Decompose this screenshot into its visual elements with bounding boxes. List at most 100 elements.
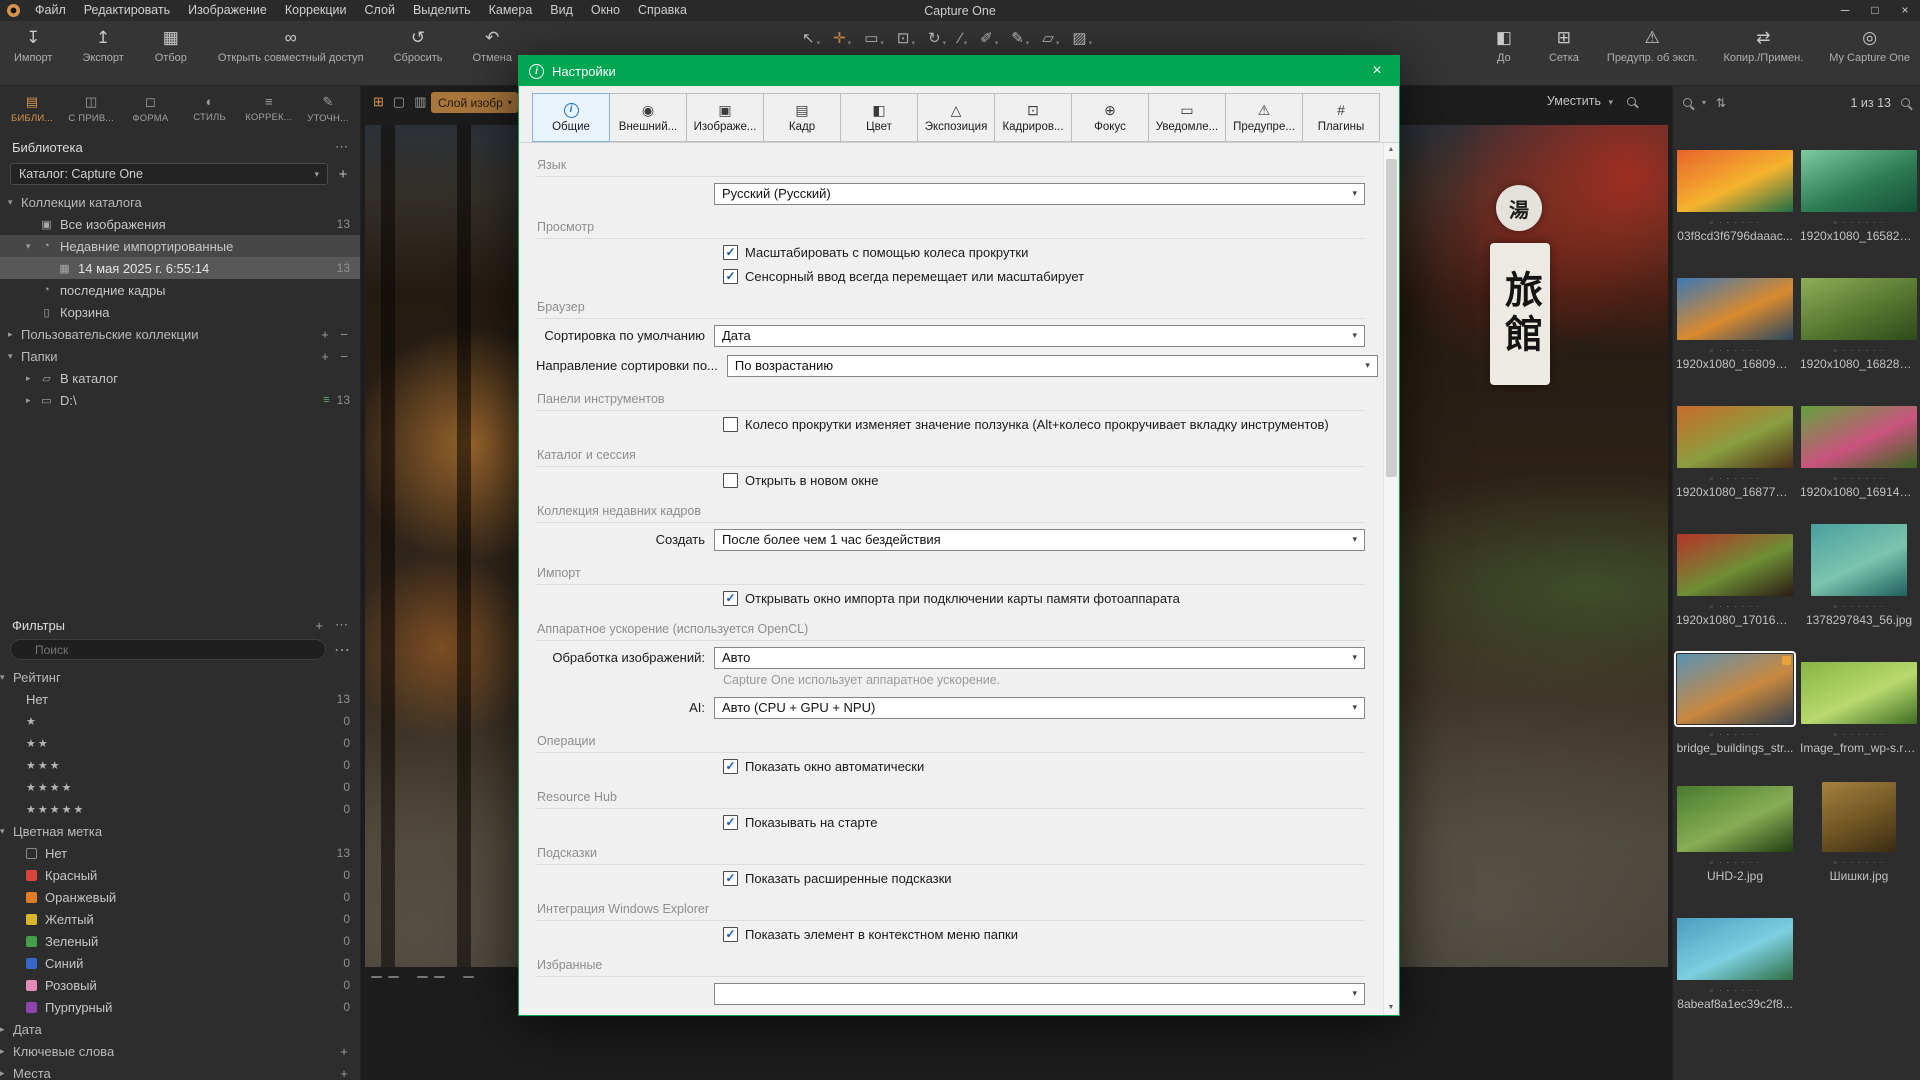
layer-selector[interactable]: Слой изобр ▾ (431, 92, 518, 113)
collection-item[interactable]: ◔последние кадры (0, 279, 360, 301)
menu-item[interactable]: Редактировать (75, 0, 179, 21)
scroll-down-icon[interactable]: ▼ (1384, 1004, 1398, 1011)
thumbnail-image[interactable] (1801, 278, 1917, 340)
import-button[interactable]: ↧Импорт (14, 28, 52, 64)
remove-button[interactable]: − (338, 349, 350, 364)
close-button[interactable]: × (1890, 0, 1920, 21)
add-button[interactable]: + (319, 327, 331, 342)
filter-row[interactable]: ★★★★0 (0, 776, 360, 798)
dropdown[interactable]: ▾ (714, 983, 1365, 1005)
brush-tool[interactable]: ✎▾ (1011, 31, 1029, 47)
checkbox[interactable]: ✓ (723, 815, 738, 830)
collection-item[interactable]: ▾◔Недавние импортированные (0, 235, 360, 257)
cull-button[interactable]: ▦Отбор (154, 28, 188, 64)
add-button[interactable]: + (338, 1066, 350, 1080)
dialog-close-button[interactable]: × (1365, 62, 1389, 80)
settings-tab[interactable]: ⊕Фокус (1071, 93, 1149, 142)
export-button[interactable]: ↥Экспорт (82, 28, 123, 64)
thumbnail-image[interactable] (1801, 406, 1917, 468)
filter-row[interactable]: ★★★★★0 (0, 798, 360, 820)
thumbnail-cell[interactable]: ▫· · · · · ·1378297843_56.jpg (1797, 503, 1920, 631)
thumbnail-cell[interactable]: ▫· · · · · ·1920x1080_1682842... (1797, 247, 1920, 375)
add-catalog-button[interactable]: + (336, 166, 350, 183)
sidebar-tab[interactable]: ◐СТИЛЬ (182, 94, 238, 123)
thumbnail-image[interactable] (1677, 534, 1793, 596)
add-button[interactable]: + (338, 1044, 350, 1059)
thumbnail-image[interactable] (1677, 786, 1793, 852)
dialog-scrollbar[interactable]: ▲ ▼ (1383, 143, 1398, 1014)
thumbnail-cell[interactable]: ▫· · · · · ·1920x1080_1658248... (1797, 119, 1920, 247)
search-input[interactable] (10, 639, 326, 660)
filter-row[interactable]: ★★★0 (0, 754, 360, 776)
dropdown[interactable]: По возрастанию▾ (727, 355, 1378, 377)
menu-item[interactable]: Слой (356, 0, 404, 21)
filter-row[interactable]: Нет13 (0, 688, 360, 710)
thumbnail-image[interactable] (1677, 150, 1793, 212)
settings-tab[interactable]: ◧Цвет (840, 93, 918, 142)
collection-item[interactable]: ▸▱В каталог (0, 367, 360, 389)
dropdown[interactable]: Авто▾ (714, 647, 1365, 669)
sidebar-tab[interactable]: ◻ФОРМА (122, 94, 178, 124)
collection-group[interactable]: ▾Коллекции каталога (0, 191, 360, 213)
filter-group-header[interactable]: ▾Рейтинг (0, 666, 360, 688)
settings-tab[interactable]: #Плагины (1302, 93, 1380, 142)
filter-group-header[interactable]: ▸Дата (0, 1018, 360, 1040)
thumbnail-cell[interactable]: ▫· · · · · ·8abeaf8a1ec39c2f8... (1673, 887, 1797, 1015)
checkbox[interactable] (723, 473, 738, 488)
thumbnail-image[interactable] (1801, 662, 1917, 724)
sidebar-tab[interactable]: ✎УТОЧН... (300, 94, 356, 124)
browser-filter-icon[interactable] (1901, 98, 1910, 107)
eraser-tool[interactable]: ▱▾ (1042, 31, 1059, 47)
dropdown[interactable]: Дата▾ (714, 325, 1365, 347)
thumbnail-image[interactable] (1822, 782, 1896, 852)
dialog-titlebar[interactable]: i Настройки × (519, 56, 1399, 86)
scroll-up-icon[interactable]: ▲ (1384, 146, 1398, 153)
filter-row[interactable]: Пурпурный0 (0, 996, 360, 1018)
thumbnail-image[interactable] (1811, 524, 1907, 596)
copy-apply-button[interactable]: ⇄Копир./Примен. (1723, 28, 1803, 64)
reset-button[interactable]: ↺Сбросить (394, 28, 443, 64)
filter-row[interactable]: Розовый0 (0, 974, 360, 996)
panel-menu-icon[interactable]: ⋯ (335, 139, 348, 155)
thumbnail-cell[interactable]: ▫· · · · · ·1920x1080_1691461... (1797, 375, 1920, 503)
gradient-tool[interactable]: ▨▾ (1072, 31, 1092, 47)
filter-row[interactable]: ★0 (0, 710, 360, 732)
frame-tool[interactable]: ▭▾ (864, 31, 884, 47)
thumbnail-cell[interactable]: ▫· · · · · ·UHD-2.jpg (1673, 759, 1797, 887)
cursor-tool[interactable]: ↖▾ (802, 31, 820, 47)
panel-menu-icon[interactable]: ⋯ (335, 617, 348, 633)
settings-tab[interactable]: ⚠Предупре... (1225, 93, 1303, 142)
crop-tool[interactable]: ⊡▾ (897, 31, 915, 47)
dropdown[interactable]: Авто (CPU + GPU + NPU)▾ (714, 697, 1365, 719)
settings-tab[interactable]: ▭Уведомле... (1148, 93, 1226, 142)
collection-item[interactable]: ▦14 мая 2025 г. 6:55:1413 (0, 257, 360, 279)
dropdown[interactable]: Русский (Русский)▾ (714, 183, 1365, 205)
menu-item[interactable]: Вид (541, 0, 582, 21)
filter-row[interactable]: Оранжевый0 (0, 886, 360, 908)
straighten-tool[interactable]: ∕▾ (959, 31, 967, 47)
checkbox[interactable] (723, 417, 738, 432)
settings-tab[interactable]: ⊡Кадриров... (994, 93, 1072, 142)
filter-group-header[interactable]: ▸Ключевые слова+ (0, 1040, 360, 1062)
filter-row[interactable]: Желтый0 (0, 908, 360, 930)
pan-tool[interactable]: ✛▾ (833, 31, 851, 47)
before-after-button[interactable]: ◧До (1487, 28, 1521, 64)
thumbnail-image[interactable] (1801, 150, 1917, 212)
add-filter-button[interactable]: + (315, 618, 323, 633)
settings-tab[interactable]: ◉Внешний... (609, 93, 687, 142)
menu-item[interactable]: Камера (480, 0, 542, 21)
zoom-fit-select[interactable]: Уместить ▾ (1547, 94, 1613, 108)
thumbnail-cell[interactable]: ▫· · · · · ·bridge_buildings_str... (1673, 631, 1797, 759)
single-view-icon[interactable]: ▢ (393, 94, 405, 110)
menu-item[interactable]: Окно (582, 0, 629, 21)
rotate-tool[interactable]: ↻▾ (928, 31, 946, 47)
zoom-icon[interactable] (1627, 97, 1636, 106)
thumbnail-cell[interactable]: ▫· · · · · ·1920x1080_1680991... (1673, 247, 1797, 375)
checkbox[interactable]: ✓ (723, 245, 738, 260)
filter-row[interactable]: Красный0 (0, 864, 360, 886)
checkbox[interactable]: ✓ (723, 871, 738, 886)
filter-group-header[interactable]: ▸Места+ (0, 1062, 360, 1080)
settings-tab[interactable]: ▤Кадр (763, 93, 841, 142)
filter-row[interactable]: Синий0 (0, 952, 360, 974)
filter-row[interactable]: Зеленый0 (0, 930, 360, 952)
